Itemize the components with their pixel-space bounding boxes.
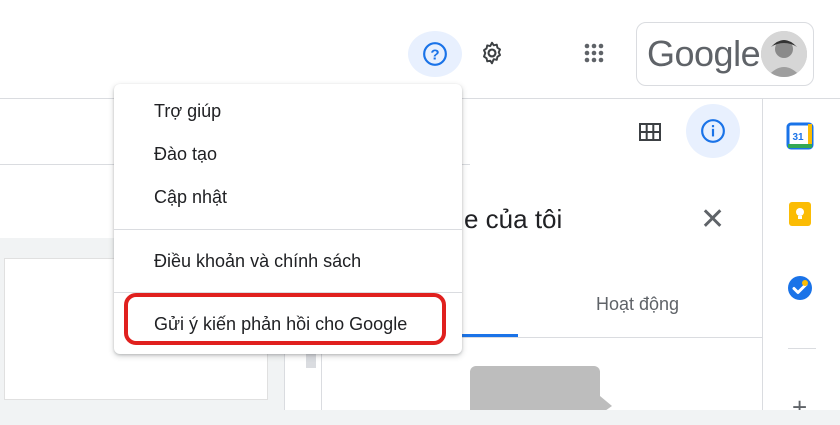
grid-view-button[interactable] bbox=[630, 112, 670, 152]
menu-item-terms-policy[interactable]: Điều khoản và chính sách bbox=[154, 251, 361, 272]
close-icon[interactable]: ✕ bbox=[700, 202, 725, 237]
avatar bbox=[761, 31, 807, 77]
account-button[interactable]: Google bbox=[636, 22, 814, 86]
tab-details-active-indicator bbox=[462, 334, 518, 337]
settings-button[interactable] bbox=[472, 33, 512, 73]
keep-button[interactable] bbox=[786, 200, 814, 228]
menu-item-help[interactable]: Trợ giúp bbox=[154, 101, 221, 122]
tabs-divider bbox=[462, 337, 762, 338]
tasks-icon bbox=[788, 276, 812, 300]
tab-activity[interactable]: Hoạt động bbox=[596, 294, 679, 315]
side-panel-divider bbox=[762, 98, 763, 425]
bottom-bar bbox=[0, 410, 840, 425]
feedback-highlight-box bbox=[124, 293, 446, 345]
gear-icon bbox=[483, 41, 501, 65]
calendar-icon: 31 bbox=[786, 122, 814, 150]
menu-item-updates[interactable]: Cập nhật bbox=[154, 187, 227, 208]
apps-button[interactable] bbox=[574, 33, 614, 73]
help-button[interactable]: ? bbox=[408, 31, 462, 77]
google-wordmark: Google bbox=[647, 33, 761, 74]
details-panel-title: e của tôi bbox=[464, 204, 563, 234]
svg-text:31: 31 bbox=[792, 132, 804, 143]
info-icon bbox=[701, 119, 725, 143]
menu-item-training[interactable]: Đào tạo bbox=[154, 144, 217, 165]
tasks-button[interactable] bbox=[786, 274, 814, 302]
apps-grid-icon bbox=[584, 43, 604, 63]
info-button[interactable] bbox=[686, 104, 740, 158]
menu-separator bbox=[114, 229, 462, 230]
grid-view-icon bbox=[639, 123, 661, 141]
help-menu: Trợ giúp Đào tạo Cập nhật Điều khoản và … bbox=[114, 84, 462, 354]
calendar-button[interactable]: 31 bbox=[786, 122, 814, 150]
keep-icon bbox=[789, 202, 811, 226]
side-panel-separator bbox=[788, 348, 816, 349]
svg-text:?: ? bbox=[430, 46, 439, 63]
help-icon: ? bbox=[423, 42, 447, 66]
